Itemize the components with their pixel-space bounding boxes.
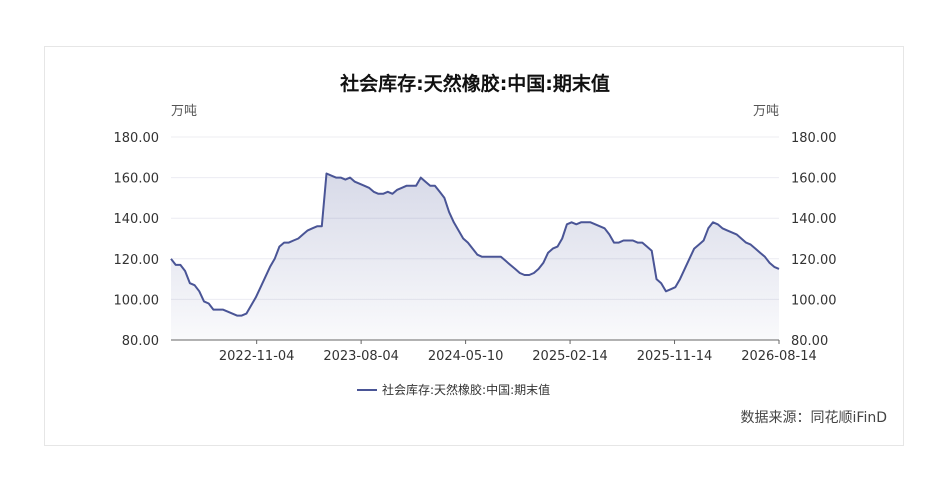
y-tick-label-left: 80.00 [122, 334, 159, 349]
y-tick-label-right: 180.00 [791, 131, 837, 146]
y-tick-label-right: 80.00 [791, 334, 828, 349]
y-unit-left: 万吨 [171, 104, 197, 119]
x-tick-label: 2026-08-14 [741, 349, 817, 364]
chart-card: 社会库存:天然橡胶:中国:期末值 万吨 万吨 80.00 100.00 120.00… [44, 46, 904, 446]
x-tick-label: 2025-02-14 [532, 349, 608, 364]
y-tick-label-left: 100.00 [114, 293, 160, 308]
legend-label[interactable]: 社会库存:天然橡胶:中国:期末值 [382, 382, 550, 397]
x-tick-label: 2023-08-04 [323, 349, 399, 364]
x-tick-label: 2022-11-04 [219, 349, 295, 364]
data-source: 数据来源：同花顺iFinD [741, 410, 887, 426]
y-tick-label-right: 120.00 [791, 253, 837, 268]
y-tick-label-right: 160.00 [791, 172, 837, 187]
y-tick-label-right: 140.00 [791, 212, 837, 227]
chart-title: 社会库存:天然橡胶:中国:期末值 [339, 72, 610, 95]
y-tick-label-left: 160.00 [114, 172, 160, 187]
y-tick-label-left: 140.00 [114, 212, 160, 227]
x-tick-label: 2024-05-10 [428, 349, 504, 364]
y-tick-label-right: 100.00 [791, 293, 837, 308]
y-tick-label-left: 180.00 [114, 131, 160, 146]
x-tick-label: 2025-11-14 [637, 349, 713, 364]
chart-svg: 社会库存:天然橡胶:中国:期末值 万吨 万吨 80.00 100.00 120.00… [114, 72, 888, 426]
series-area [171, 173, 779, 340]
y-unit-right: 万吨 [753, 104, 779, 119]
y-tick-label-left: 120.00 [114, 253, 160, 268]
